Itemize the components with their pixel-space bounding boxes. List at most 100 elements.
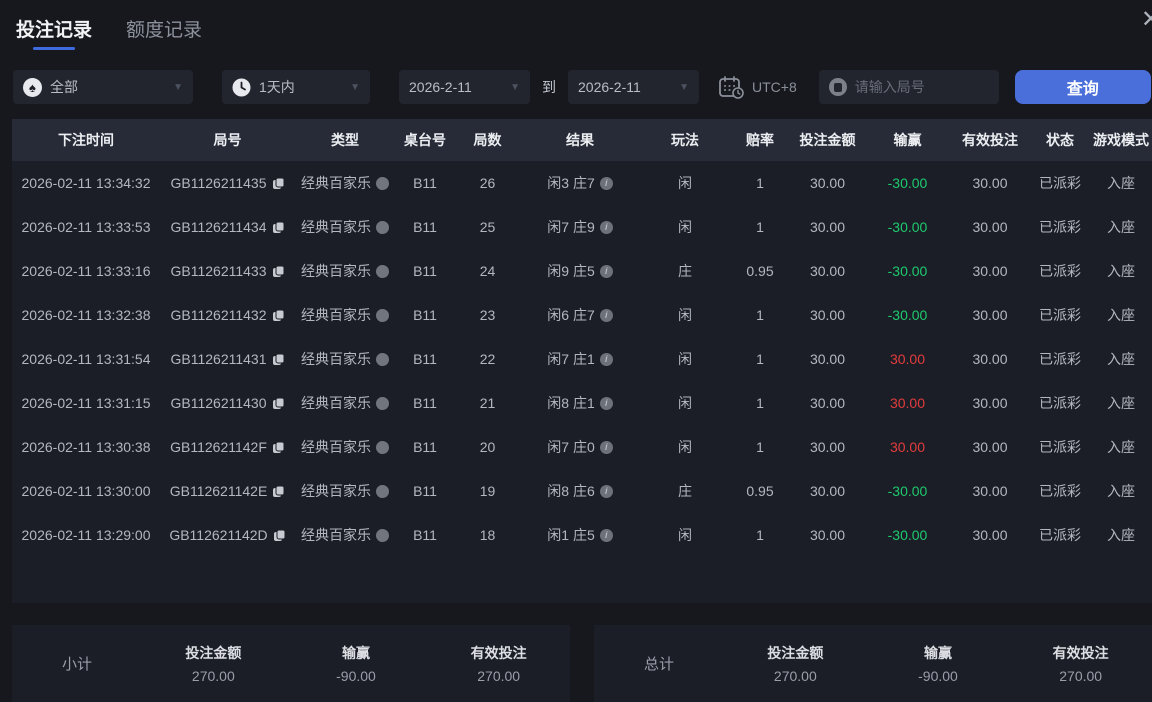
cell-text: 30.00 xyxy=(809,219,846,235)
cell-round-id: GB112621142E xyxy=(160,469,295,513)
copy-icon[interactable] xyxy=(272,221,285,234)
close-icon[interactable]: ✕ xyxy=(1141,8,1152,32)
round-search-input[interactable] xyxy=(854,79,989,95)
game-type-info-icon[interactable] xyxy=(376,176,389,190)
cell-win-loss: 30.00 xyxy=(865,381,950,425)
tab-bet-records[interactable]: 投注记录 xyxy=(16,15,92,52)
game-type-info-icon[interactable] xyxy=(376,528,389,542)
column-header: 赔率 xyxy=(746,132,774,148)
query-button[interactable]: 查询 xyxy=(1014,70,1151,104)
cell-text: GB1126211435 xyxy=(170,175,267,191)
result-info-icon[interactable]: i xyxy=(599,264,613,278)
cell-text: 已派彩 xyxy=(1039,395,1081,411)
cell-text: -30.00 xyxy=(887,263,928,279)
cell-valid-bet: 30.00 xyxy=(950,161,1030,205)
cell-text: 30.00 xyxy=(972,439,1008,455)
cell-status: 已派彩 xyxy=(1030,249,1090,293)
result-info-icon[interactable]: i xyxy=(599,308,613,322)
cell-valid-bet: 30.00 xyxy=(950,381,1030,425)
cell-text: 30.00 xyxy=(809,527,846,543)
cell-text: -30.00 xyxy=(887,307,928,323)
cell-table-no: B11 xyxy=(395,205,455,249)
cell-valid-bet: 30.00 xyxy=(950,293,1030,337)
cell-text: 30.00 xyxy=(972,175,1008,191)
cell-text: 21 xyxy=(479,395,496,411)
result-info-icon[interactable]: i xyxy=(599,220,613,234)
game-type-select[interactable]: ♠ 全部 ▼ xyxy=(13,70,193,104)
calendar-clock-icon[interactable] xyxy=(718,75,744,99)
result-info-icon[interactable]: i xyxy=(599,484,613,498)
filter-bar: ♠ 全部 ▼ 1天内 ▼ 2026-2-11 ▼ 到 2026-2-11 ▼ U… xyxy=(13,70,1152,104)
cell-round-no: 26 xyxy=(455,161,520,205)
subtotal-valid-bet: 有效投注 270.00 xyxy=(470,645,527,684)
date-to-select[interactable]: 2026-2-11 ▼ xyxy=(568,70,699,104)
game-type-value: 全部 xyxy=(50,79,78,95)
copy-icon[interactable] xyxy=(272,309,285,322)
result-info-icon[interactable]: i xyxy=(599,528,613,542)
cell-text: 入座 xyxy=(1107,263,1135,279)
game-type-info-icon[interactable] xyxy=(376,484,389,498)
copy-icon[interactable] xyxy=(273,529,286,542)
cell-bet-time: 2026-02-11 13:32:38 xyxy=(12,293,160,337)
cell-text: 30.00 xyxy=(972,483,1008,499)
game-type-info-icon[interactable] xyxy=(376,352,389,366)
chevron-down-icon: ▼ xyxy=(679,81,689,93)
cell-valid-bet: 30.00 xyxy=(950,425,1030,469)
game-type-info-icon[interactable] xyxy=(376,308,389,322)
cell-text: 已派彩 xyxy=(1039,263,1081,279)
cell-bet-amount: 30.00 xyxy=(790,337,865,381)
game-type-info-icon[interactable] xyxy=(376,220,389,234)
total-label: 总计 xyxy=(643,656,674,673)
search-box xyxy=(818,70,999,104)
column-header: 局数 xyxy=(473,132,502,148)
copy-icon[interactable] xyxy=(272,177,285,190)
cell-status: 已派彩 xyxy=(1030,293,1090,337)
date-from-select[interactable]: 2026-2-11 ▼ xyxy=(399,70,530,104)
cell-bet-amount: 30.00 xyxy=(790,293,865,337)
cell-text: GB1126211432 xyxy=(170,307,267,323)
cell-text: B11 xyxy=(413,527,437,543)
copy-icon[interactable] xyxy=(272,441,285,454)
summary-bar: 小计 投注金额 270.00 输赢 -90.00 有效投注 270.00 总计 … xyxy=(0,625,1152,702)
copy-icon[interactable] xyxy=(272,265,285,278)
result-info-icon[interactable]: i xyxy=(599,176,613,190)
table-header: 下注时间 局号 类型 桌台号 局数 结果 玩法 赔率 投注金额 输赢 有效投注 状态 游戏模式 xyxy=(12,119,1152,161)
copy-icon[interactable] xyxy=(272,353,285,366)
result-info-icon[interactable]: i xyxy=(599,440,613,454)
cell-text: -30.00 xyxy=(887,175,928,191)
copy-icon[interactable] xyxy=(272,397,285,410)
cell-text: GB112621142D xyxy=(169,527,268,543)
table-row: 2026-02-11 13:32:38 GB1126211432 经典百家乐 B… xyxy=(12,293,1152,337)
cell-text: GB112621142E xyxy=(169,483,268,499)
game-type-info-icon[interactable] xyxy=(376,264,389,278)
cell-text: GB1126211431 xyxy=(170,351,267,367)
cell-text: 入座 xyxy=(1107,439,1135,455)
cell-status: 已派彩 xyxy=(1030,469,1090,513)
cell-bet-time: 2026-02-11 13:31:15 xyxy=(12,381,160,425)
result-info-icon[interactable]: i xyxy=(599,396,613,410)
cell-round-no: 23 xyxy=(455,293,520,337)
cell-text: 30.00 xyxy=(809,483,846,499)
cell-odds: 1 xyxy=(730,293,790,337)
cell-result: 闲9 庄5 i xyxy=(520,249,640,293)
column-header: 状态 xyxy=(1046,132,1074,148)
time-range-select[interactable]: 1天内 ▼ xyxy=(222,70,370,104)
cell-status: 已派彩 xyxy=(1030,381,1090,425)
tab-quota-records[interactable]: 额度记录 xyxy=(126,15,202,52)
total-bet-amount: 投注金额 270.00 xyxy=(767,645,824,684)
game-type-info-icon[interactable] xyxy=(376,396,389,410)
copy-icon[interactable] xyxy=(272,485,285,498)
cell-win-loss: -30.00 xyxy=(865,513,950,557)
cell-text: 1 xyxy=(756,307,764,323)
cell-table-no: B11 xyxy=(395,161,455,205)
clock-icon xyxy=(232,78,251,96)
cell-status: 已派彩 xyxy=(1030,337,1090,381)
cell-text: 2026-02-11 13:31:15 xyxy=(21,395,151,411)
result-info-icon[interactable]: i xyxy=(599,352,613,366)
round-number-icon xyxy=(828,78,847,96)
cell-game-mode: 入座 xyxy=(1090,161,1152,205)
cell-text: B11 xyxy=(413,395,437,411)
cell-round-id: GB1126211430 xyxy=(160,381,295,425)
cell-text: 30.00 xyxy=(889,439,926,455)
game-type-info-icon[interactable] xyxy=(376,440,389,454)
